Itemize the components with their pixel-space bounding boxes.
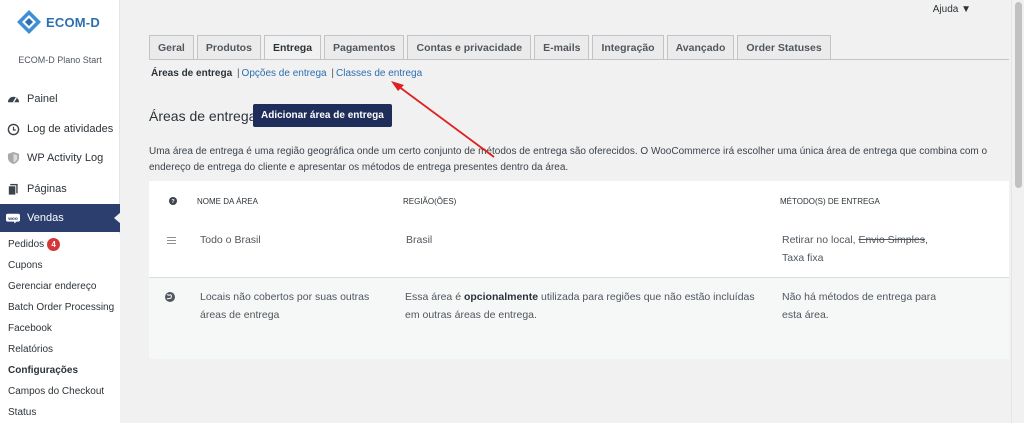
column-header-name: Nome da área xyxy=(197,197,258,206)
region-text: em outras áreas de entrega. xyxy=(405,309,537,321)
help-tip-icon[interactable]: ? xyxy=(169,197,177,207)
method-item: Retirar no local xyxy=(782,234,853,246)
zone-name: Locais não cobertos por suas outras área… xyxy=(200,288,369,324)
sidebar-item-paginas[interactable]: Páginas xyxy=(0,175,120,203)
tab-geral[interactable]: Geral xyxy=(149,35,194,60)
zone-name-line: Locais não cobertos por suas outras xyxy=(200,291,370,303)
submenu-item-configuracoes[interactable]: Configurações xyxy=(0,360,120,381)
orders-count-badge: 4 xyxy=(47,238,61,251)
admin-sidebar: ECOM-D ECOM-D Plano Start Painel Log de … xyxy=(0,0,121,423)
page-scrollbar[interactable] xyxy=(1011,0,1024,423)
region-emphasis: opcionalmente xyxy=(463,291,539,303)
tab-integracao[interactable]: Integração xyxy=(592,35,664,60)
shield-icon xyxy=(6,151,20,165)
svg-text:?: ? xyxy=(171,199,175,205)
subnav-opcoes-entrega[interactable]: Opções de entrega xyxy=(242,68,327,79)
table-row[interactable]: Todo o Brasil Brasil Retirar no local, E… xyxy=(149,225,1009,279)
submenu-item-pedidos[interactable]: Pedidos 4 xyxy=(0,234,120,255)
globe-icon xyxy=(165,290,175,308)
zones-description: Uma área de entrega é uma região geográf… xyxy=(149,144,989,176)
subnav-separator: | xyxy=(236,68,240,79)
method-item-disabled: Envio Simples xyxy=(858,234,925,246)
submenu-item-label: Pedidos xyxy=(8,239,45,250)
brand-logo[interactable]: ECOM-D xyxy=(16,8,100,36)
description-line: endereço de entrega do cliente e apresen… xyxy=(149,162,569,173)
column-header-region: Região(ões) xyxy=(403,197,457,206)
sidebar-item-label: Log de atividades xyxy=(27,123,114,135)
ecom-d-logo-icon xyxy=(16,9,42,35)
zone-methods: Retirar no local, Envio Simples, Taxa fi… xyxy=(782,234,928,264)
submenu-item-cupons[interactable]: Cupons xyxy=(0,255,120,276)
column-header-methods: Método(s) de entrega xyxy=(780,197,880,206)
zone-name-line: áreas de entrega xyxy=(200,309,280,321)
sidebar-item-vendas[interactable]: woo Vendas xyxy=(0,204,121,232)
tab-emails[interactable]: E-mails xyxy=(534,35,590,60)
scrollbar-thumb[interactable] xyxy=(1015,2,1022,188)
tab-contas-privacidade[interactable]: Contas e privacidade xyxy=(407,35,532,60)
dashboard-icon xyxy=(6,92,20,106)
sidebar-item-label: Painel xyxy=(27,93,58,105)
region-text: Essa área é xyxy=(405,291,464,303)
tab-avancado[interactable]: Avançado xyxy=(666,35,735,60)
woo-icon: woo xyxy=(6,211,20,225)
sidebar-item-label: WP Activity Log xyxy=(27,152,104,164)
methods-text: esta área. xyxy=(782,309,829,321)
history-icon xyxy=(6,122,20,136)
help-dropdown[interactable]: Ajuda ▼ xyxy=(933,4,971,15)
table-header: ? Nome da área Região(ões) Método(s) de … xyxy=(149,181,1009,223)
shipping-subnav: Áreas de entrega | Opções de entrega | Cla… xyxy=(151,68,422,79)
settings-tabs: Geral Produtos Entrega Pagamentos Contas… xyxy=(149,35,834,60)
submenu-item-campos-checkout[interactable]: Campos do Checkout xyxy=(0,381,120,402)
zone-name[interactable]: Todo o Brasil xyxy=(200,231,261,249)
submenu-item-facebook[interactable]: Facebook xyxy=(0,318,120,339)
subnav-areas-entrega[interactable]: Áreas de entrega xyxy=(151,68,232,79)
sidebar-item-label: Vendas xyxy=(27,212,64,224)
sidebar-item-painel[interactable]: Painel xyxy=(0,85,120,113)
submenu-item-batch-order[interactable]: Batch Order Processing xyxy=(0,297,120,318)
drag-handle-icon[interactable] xyxy=(167,237,176,244)
methods-text: Não há métodos de entrega para xyxy=(782,291,937,303)
pages-icon xyxy=(6,182,20,196)
plan-label: ECOM-D Plano Start xyxy=(18,55,102,65)
submenu-item-status[interactable]: Status xyxy=(0,402,120,423)
tab-pagamentos[interactable]: Pagamentos xyxy=(324,35,405,60)
zone-region: Essa área é opcionalmente utilizada para… xyxy=(405,288,755,324)
submenu-item-gerenciar-endereco[interactable]: Gerenciar endereço xyxy=(0,276,120,297)
tab-entrega[interactable]: Entrega xyxy=(263,35,322,60)
tabs-divider xyxy=(149,59,1009,60)
region-text: utilizada para regiões que não estão inc… xyxy=(538,291,755,303)
submenu-item-relatorios[interactable]: Relatórios xyxy=(0,339,120,360)
tab-produtos[interactable]: Produtos xyxy=(196,35,261,60)
subnav-classes-entrega[interactable]: Classes de entrega xyxy=(336,68,422,79)
svg-text:woo: woo xyxy=(7,216,18,221)
method-item: Taxa fixa xyxy=(782,252,824,264)
add-shipping-zone-button[interactable]: Adicionar área de entrega xyxy=(253,104,392,127)
sidebar-item-label: Páginas xyxy=(27,183,67,195)
vendas-submenu: Pedidos 4 Cupons Gerenciar endereço Batc… xyxy=(0,234,120,423)
sidebar-item-wp-activity-log[interactable]: WP Activity Log xyxy=(0,144,120,172)
table-row: Locais não cobertos por suas outras área… xyxy=(149,277,1009,359)
zone-region: Brasil xyxy=(406,234,433,246)
sidebar-item-log-atividades[interactable]: Log de atividades xyxy=(0,115,120,143)
tab-order-statuses[interactable]: Order Statuses xyxy=(737,35,831,60)
description-line: Uma área de entrega é uma região geográf… xyxy=(149,146,988,157)
brand-name: ECOM-D xyxy=(46,14,100,30)
zone-methods: Não há métodos de entrega para esta área… xyxy=(782,288,936,324)
shipping-zones-table: ? Nome da área Região(ões) Método(s) de … xyxy=(149,181,1009,359)
page-title: Áreas de entrega xyxy=(149,108,257,124)
subnav-separator: | xyxy=(331,68,334,79)
